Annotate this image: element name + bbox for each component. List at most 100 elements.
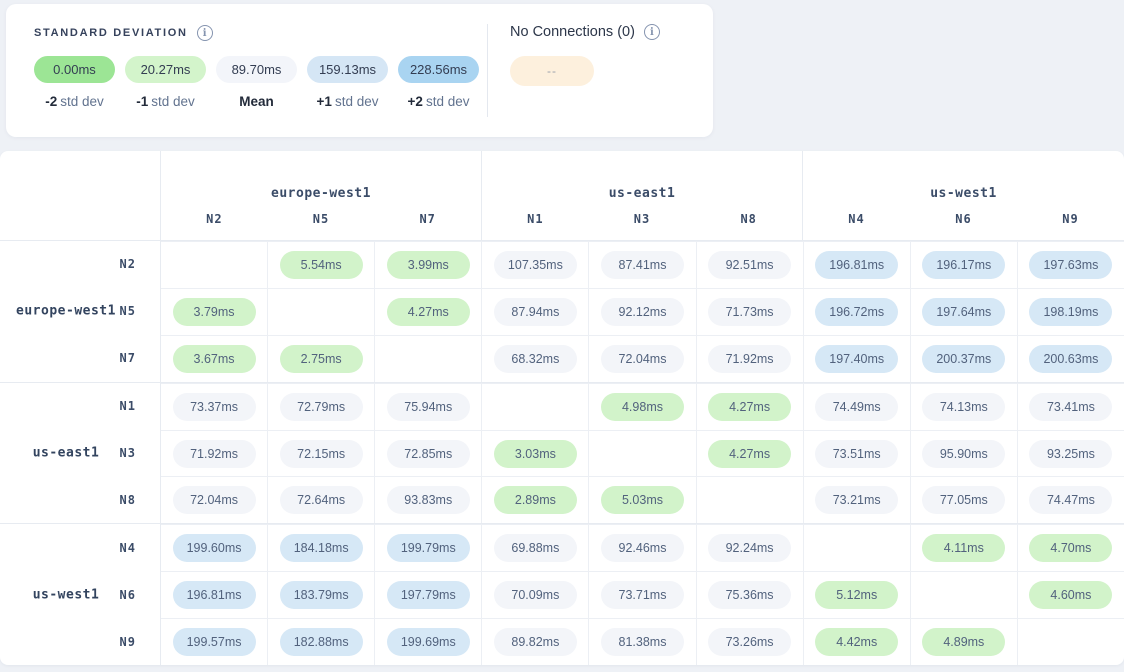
latency-pill[interactable]: 184.18ms bbox=[280, 534, 363, 562]
latency-pill[interactable]: 72.79ms bbox=[280, 393, 363, 421]
latency-pill[interactable]: 92.24ms bbox=[708, 534, 791, 562]
latency-pill[interactable]: 93.83ms bbox=[387, 486, 470, 514]
latency-cell: 107.35ms bbox=[482, 242, 589, 288]
latency-pill[interactable]: 92.51ms bbox=[708, 251, 791, 279]
latency-pill[interactable]: 2.89ms bbox=[494, 486, 577, 514]
latency-pill[interactable]: 74.49ms bbox=[815, 393, 898, 421]
latency-pill[interactable]: 199.69ms bbox=[387, 628, 470, 656]
latency-pill[interactable]: 4.70ms bbox=[1029, 534, 1112, 562]
matrix-row-N3: N3 71.92ms 72.15ms 72.85ms 3.03ms 4.27ms 73.51… bbox=[0, 430, 1124, 477]
latency-pill[interactable]: 200.37ms bbox=[922, 345, 1005, 373]
latency-pill[interactable]: 73.51ms bbox=[815, 440, 898, 468]
legend-card: STANDARD DEVIATION 0.00ms20.27ms89.70ms1… bbox=[6, 4, 713, 137]
latency-pill[interactable]: 5.54ms bbox=[280, 251, 363, 279]
latency-pill[interactable]: 197.63ms bbox=[1029, 251, 1112, 279]
latency-pill[interactable]: 5.12ms bbox=[815, 581, 898, 609]
latency-pill[interactable]: 69.88ms bbox=[494, 534, 577, 562]
latency-pill[interactable]: 4.42ms bbox=[815, 628, 898, 656]
latency-pill[interactable]: 71.92ms bbox=[708, 345, 791, 373]
legend-label-bold: -1 bbox=[136, 94, 148, 109]
latency-pill[interactable]: 73.71ms bbox=[601, 581, 684, 609]
latency-pill[interactable]: 89.82ms bbox=[494, 628, 577, 656]
latency-pill[interactable]: 183.79ms bbox=[280, 581, 363, 609]
latency-pill[interactable]: 196.81ms bbox=[815, 251, 898, 279]
latency-pill[interactable]: 73.26ms bbox=[708, 628, 791, 656]
no-connections-pill: -- bbox=[510, 56, 594, 86]
latency-pill[interactable]: 72.04ms bbox=[601, 345, 684, 373]
latency-pill[interactable]: 3.03ms bbox=[494, 440, 577, 468]
latency-cell: 184.18ms bbox=[268, 525, 375, 571]
latency-pill[interactable]: 74.13ms bbox=[922, 393, 1005, 421]
latency-pill[interactable]: 75.36ms bbox=[708, 581, 791, 609]
info-icon[interactable] bbox=[644, 24, 660, 40]
latency-pill[interactable]: 199.57ms bbox=[173, 628, 256, 656]
latency-pill[interactable]: 107.35ms bbox=[494, 251, 577, 279]
latency-cell: 92.51ms bbox=[697, 242, 804, 288]
latency-cell: 4.27ms bbox=[697, 384, 804, 430]
latency-pill[interactable]: 3.99ms bbox=[387, 251, 470, 279]
latency-pill[interactable]: 198.19ms bbox=[1029, 298, 1112, 326]
latency-cell: 72.79ms bbox=[268, 384, 375, 430]
legend-label-rest: std dev bbox=[335, 94, 379, 109]
latency-pill[interactable]: 72.85ms bbox=[387, 440, 470, 468]
latency-cell: 87.94ms bbox=[482, 289, 589, 335]
latency-pill[interactable]: 93.25ms bbox=[1029, 440, 1112, 468]
latency-pill[interactable]: 71.92ms bbox=[173, 440, 256, 468]
no-connections-title: No Connections (0) bbox=[510, 24, 635, 40]
latency-pill[interactable]: 3.67ms bbox=[173, 345, 256, 373]
latency-pill[interactable]: 196.17ms bbox=[922, 251, 1005, 279]
latency-pill[interactable]: 4.98ms bbox=[601, 393, 684, 421]
latency-pill[interactable]: 5.03ms bbox=[601, 486, 684, 514]
latency-pill[interactable]: 92.46ms bbox=[601, 534, 684, 562]
latency-pill[interactable]: 197.40ms bbox=[815, 345, 898, 373]
latency-pill[interactable]: 87.94ms bbox=[494, 298, 577, 326]
latency-pill[interactable]: 72.04ms bbox=[173, 486, 256, 514]
latency-pill[interactable]: 4.27ms bbox=[387, 298, 470, 326]
latency-pill[interactable]: 200.63ms bbox=[1029, 345, 1112, 373]
legend-label-bold: +2 bbox=[408, 94, 423, 109]
row-cells: 199.60ms 184.18ms 199.79ms 69.88ms 92.46ms 92… bbox=[161, 524, 1124, 571]
column-header-N8: N8 bbox=[695, 208, 802, 240]
latency-pill[interactable]: 87.41ms bbox=[601, 251, 684, 279]
row-header-N8: N8 bbox=[0, 476, 161, 523]
latency-pill[interactable]: 92.12ms bbox=[601, 298, 684, 326]
latency-pill[interactable]: 4.89ms bbox=[922, 628, 1005, 656]
latency-pill[interactable]: 73.41ms bbox=[1029, 393, 1112, 421]
latency-pill[interactable]: 95.90ms bbox=[922, 440, 1005, 468]
latency-pill[interactable]: 4.27ms bbox=[708, 440, 791, 468]
latency-pill[interactable]: 196.81ms bbox=[173, 581, 256, 609]
latency-pill[interactable]: 74.47ms bbox=[1029, 486, 1112, 514]
latency-pill[interactable]: 182.88ms bbox=[280, 628, 363, 656]
latency-pill[interactable]: 70.09ms bbox=[494, 581, 577, 609]
latency-cell: 5.54ms bbox=[268, 242, 375, 288]
latency-cell: 182.88ms bbox=[268, 619, 375, 665]
latency-pill[interactable]: 73.21ms bbox=[815, 486, 898, 514]
latency-cell: 4.11ms bbox=[911, 525, 1018, 571]
latency-pill[interactable]: 197.64ms bbox=[922, 298, 1005, 326]
latency-pill[interactable]: 3.79ms bbox=[173, 298, 256, 326]
latency-pill[interactable]: 68.32ms bbox=[494, 345, 577, 373]
matrix-row-N4: N4199.60ms184.18ms199.79ms69.88ms92.46ms… bbox=[0, 524, 1124, 571]
latency-pill[interactable]: 2.75ms bbox=[280, 345, 363, 373]
latency-cell: 92.46ms bbox=[589, 525, 696, 571]
latency-cell: 71.92ms bbox=[161, 431, 268, 477]
latency-pill[interactable]: 77.05ms bbox=[922, 486, 1005, 514]
latency-pill[interactable]: 72.64ms bbox=[280, 486, 363, 514]
row-cells: 3.67ms 2.75ms 68.32ms 72.04ms 71.92ms 197.40m… bbox=[161, 335, 1124, 382]
latency-pill[interactable]: 71.73ms bbox=[708, 298, 791, 326]
latency-cell: 72.85ms bbox=[375, 431, 482, 477]
latency-pill[interactable]: 72.15ms bbox=[280, 440, 363, 468]
latency-pill[interactable]: 199.79ms bbox=[387, 534, 470, 562]
row-header-N1: N1 bbox=[0, 383, 161, 430]
latency-pill[interactable]: 196.72ms bbox=[815, 298, 898, 326]
latency-pill[interactable]: 75.94ms bbox=[387, 393, 470, 421]
latency-pill[interactable]: 4.27ms bbox=[708, 393, 791, 421]
latency-pill[interactable]: 73.37ms bbox=[173, 393, 256, 421]
latency-pill[interactable]: 199.60ms bbox=[173, 534, 256, 562]
row-header-N3: N3 bbox=[0, 430, 161, 477]
latency-pill[interactable]: 4.60ms bbox=[1029, 581, 1112, 609]
latency-pill[interactable]: 81.38ms bbox=[601, 628, 684, 656]
latency-pill[interactable]: 4.11ms bbox=[922, 534, 1005, 562]
info-icon[interactable] bbox=[197, 25, 213, 41]
latency-pill[interactable]: 197.79ms bbox=[387, 581, 470, 609]
